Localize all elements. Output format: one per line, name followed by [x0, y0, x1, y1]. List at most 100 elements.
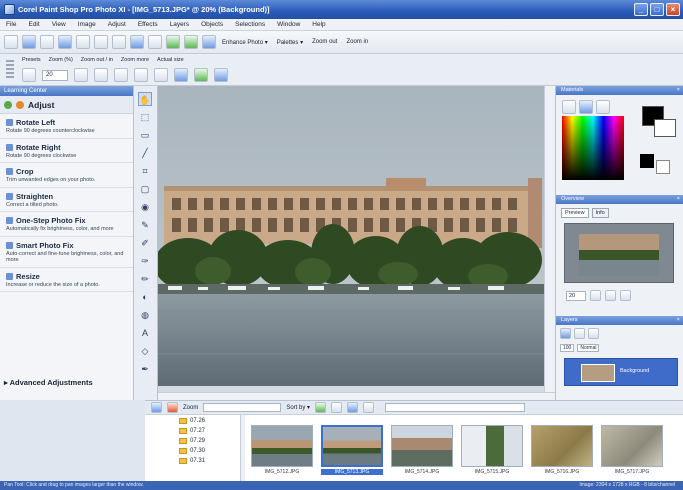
- folder-item[interactable]: 07.26: [179, 418, 205, 424]
- menu-image[interactable]: Image: [78, 21, 96, 28]
- redo-icon[interactable]: [148, 35, 162, 49]
- rotate-left-label[interactable]: Rotate Left: [16, 118, 55, 127]
- rotate-left-title[interactable]: Rotate Left: [6, 118, 129, 127]
- thumbnail-item[interactable]: IMG_5714.JPG: [391, 425, 453, 481]
- menu-adjust[interactable]: Adjust: [108, 21, 126, 28]
- layer-properties-icon[interactable]: [588, 328, 599, 339]
- crop-label[interactable]: Crop: [16, 167, 34, 176]
- learning-item-crop[interactable]: Crop Trim unwanted edges on your photo.: [0, 163, 133, 188]
- thumbnail-item[interactable]: IMG_5716.JPG: [531, 425, 593, 481]
- organizer-search-field[interactable]: [385, 403, 526, 412]
- scratch-remover-icon[interactable]: ✑: [138, 254, 152, 268]
- cut-icon[interactable]: [94, 35, 108, 49]
- copy-icon[interactable]: [112, 35, 126, 49]
- photo-canvas[interactable]: [158, 86, 544, 386]
- canvas-horizontal-scrollbar[interactable]: [158, 392, 555, 400]
- color-spectrum[interactable]: [562, 116, 624, 180]
- learning-item-rotate-left[interactable]: Rotate Left Rotate 90 degrees counterclo…: [0, 114, 133, 139]
- red-eye-tool-icon[interactable]: ◉: [138, 200, 152, 214]
- dropper-tool-icon[interactable]: ╱: [138, 146, 152, 160]
- layers-header[interactable]: Layers ×: [556, 316, 683, 325]
- zoom-in-button[interactable]: Zoom in: [346, 39, 368, 45]
- help-icon[interactable]: [202, 35, 216, 49]
- learning-item-smart-fix[interactable]: Smart Photo Fix Auto-correct and fine-tu…: [0, 237, 133, 268]
- delete-layer-icon[interactable]: [574, 328, 585, 339]
- paint-brush-icon[interactable]: ✏: [138, 272, 152, 286]
- menu-window[interactable]: Window: [277, 21, 300, 28]
- crop-title[interactable]: Crop: [6, 167, 129, 176]
- open-file-icon[interactable]: [22, 35, 36, 49]
- clone-tool-icon[interactable]: ✐: [138, 236, 152, 250]
- move-tool-icon[interactable]: ▢: [138, 182, 152, 196]
- organizer-info-icon[interactable]: [347, 402, 359, 413]
- folder-item[interactable]: 07.30: [179, 448, 205, 454]
- back-icon[interactable]: [16, 100, 24, 109]
- rotate-right-title[interactable]: Rotate Right: [6, 143, 129, 152]
- canvas-vertical-scrollbar[interactable]: [544, 86, 555, 392]
- zoom-percent-field[interactable]: 20: [42, 69, 68, 81]
- palette-grip[interactable]: [6, 60, 14, 80]
- pick-tool-icon[interactable]: ⬚: [138, 110, 152, 124]
- smart-fix-label[interactable]: Smart Photo Fix: [16, 241, 74, 250]
- new-file-icon[interactable]: [4, 35, 18, 49]
- layer-row-background[interactable]: Background: [564, 358, 678, 386]
- minimize-button[interactable]: _: [634, 3, 648, 16]
- smart-fix-title[interactable]: Smart Photo Fix: [6, 241, 129, 250]
- learning-item-rotate-right[interactable]: Rotate Right Rotate 90 degrees clockwise: [0, 139, 133, 163]
- folder-item[interactable]: 07.27: [179, 428, 205, 434]
- zoom-more-in-icon[interactable]: [134, 68, 148, 82]
- organizer-tag-icon[interactable]: [331, 402, 343, 413]
- presets-dropdown[interactable]: [22, 68, 36, 82]
- makeover-tool-icon[interactable]: ✎: [138, 218, 152, 232]
- refresh-icon[interactable]: [184, 35, 198, 49]
- fill-tool-icon[interactable]: ◍: [138, 308, 152, 322]
- thumbnail-item[interactable]: IMG_5717.JPG: [601, 425, 663, 481]
- advanced-adjustments-link[interactable]: ▸ Advanced Adjustments: [4, 378, 93, 387]
- overview-header[interactable]: Overview ×: [556, 195, 683, 204]
- zoom-in-small-icon[interactable]: [94, 68, 108, 82]
- layer-opacity-field[interactable]: 100: [560, 344, 575, 352]
- organizer-browse-icon[interactable]: [151, 402, 162, 413]
- overview-tab-preview[interactable]: Preview: [561, 208, 589, 218]
- folder-item[interactable]: 07.29: [179, 438, 205, 444]
- learning-center-title[interactable]: Learning Center: [0, 86, 133, 96]
- overview-zoom-out-icon[interactable]: [590, 290, 601, 301]
- menu-view[interactable]: View: [52, 21, 66, 28]
- learning-item-one-step-fix[interactable]: One-Step Photo Fix Automatically fix bri…: [0, 212, 133, 237]
- dodge-tool-icon[interactable]: ◐: [138, 290, 152, 304]
- overview-zoom-field[interactable]: 20: [566, 290, 586, 301]
- folder-item[interactable]: 07.31: [179, 458, 205, 464]
- overview-tab-info[interactable]: Info: [591, 208, 609, 218]
- organizer-rotate-icon[interactable]: [315, 402, 327, 413]
- shape-tool-icon[interactable]: ◇: [138, 344, 152, 358]
- zoom-out-button[interactable]: Zoom out: [312, 39, 337, 45]
- pan-tool-icon[interactable]: ✋: [138, 92, 152, 106]
- learning-item-straighten[interactable]: Straighten Correct a tilted photo.: [0, 188, 133, 212]
- fit-window-icon[interactable]: [174, 68, 188, 82]
- new-layer-icon[interactable]: [560, 328, 571, 339]
- zoom-out-small-icon[interactable]: [74, 68, 88, 82]
- menu-layers[interactable]: Layers: [170, 21, 190, 28]
- adjust-section-header[interactable]: Adjust: [0, 96, 133, 114]
- thumbnail-item[interactable]: IMG_5715.JPG: [461, 425, 523, 481]
- browse-icon[interactable]: [40, 35, 54, 49]
- maximize-button[interactable]: □: [650, 3, 664, 16]
- palette-close-icon[interactable]: ×: [677, 86, 680, 95]
- resize-label[interactable]: Resize: [16, 272, 40, 281]
- fit-screen-icon[interactable]: [214, 68, 228, 82]
- learning-item-resize[interactable]: Resize Increase or reduce the size of a …: [0, 268, 133, 292]
- save-icon[interactable]: [58, 35, 72, 49]
- materials-header[interactable]: Materials ×: [556, 86, 683, 95]
- organizer-zoom-slider[interactable]: [203, 403, 282, 412]
- overview-close-icon[interactable]: ×: [677, 195, 680, 204]
- straighten-label[interactable]: Straighten: [16, 192, 53, 201]
- fit-image-icon[interactable]: [194, 68, 208, 82]
- one-step-fix-title[interactable]: One-Step Photo Fix: [6, 216, 129, 225]
- swatches-tab-icon[interactable]: [596, 100, 610, 114]
- resize-title[interactable]: Resize: [6, 272, 129, 281]
- one-step-fix-label[interactable]: One-Step Photo Fix: [16, 216, 86, 225]
- menu-selections[interactable]: Selections: [235, 21, 265, 28]
- menu-file[interactable]: File: [6, 21, 16, 28]
- fg-material-swatch[interactable]: [640, 154, 654, 168]
- layers-close-icon[interactable]: ×: [677, 316, 680, 325]
